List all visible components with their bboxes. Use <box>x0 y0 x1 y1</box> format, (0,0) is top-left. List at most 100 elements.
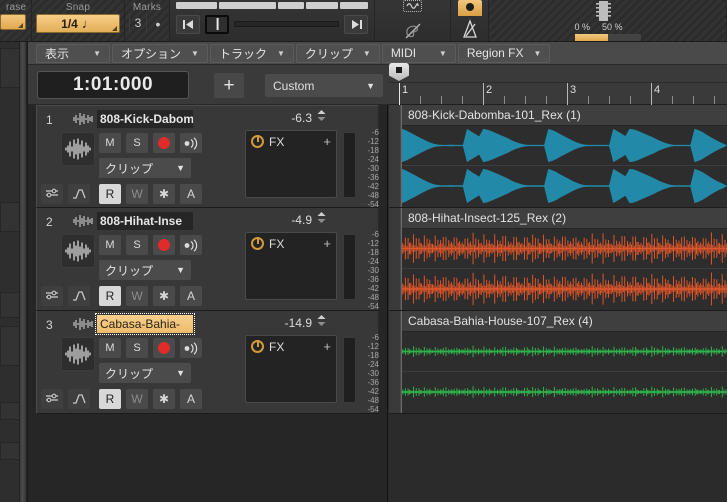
track-settings-icon[interactable] <box>41 286 63 306</box>
automation-read-button[interactable]: R <box>99 286 121 306</box>
fx-add-icon[interactable]: + <box>323 339 331 354</box>
edit-filter-select[interactable]: クリップ ▼ <box>99 363 191 383</box>
track-thumbnail-icon[interactable] <box>61 132 95 166</box>
timeline-ruler[interactable]: 1 2 3 4 <box>389 63 727 105</box>
snap-value-field[interactable]: 1/4 ♩ <box>36 14 120 33</box>
clip-lane[interactable]: Cabasa-Bahia-House-107_Rex (4) dB dB <box>389 311 727 414</box>
automation-write-button[interactable]: W <box>126 286 148 306</box>
track-strip[interactable]: 1 808-Kick-Dabom M S クリップ ▼ R W ✱ A -6.3… <box>36 105 379 209</box>
now-time-display[interactable]: 1:01:000 <box>37 71 189 99</box>
automation-lane-icon[interactable] <box>68 286 90 306</box>
marks-dot-icon[interactable]: • <box>151 16 165 32</box>
mute-button[interactable]: M <box>99 338 121 358</box>
meter-scale-mark: -18 <box>367 351 379 360</box>
track-volume-value[interactable]: -14.9 <box>285 316 312 330</box>
chevron-down-icon: ▼ <box>93 48 101 58</box>
automation-mode-button[interactable]: A <box>180 184 202 204</box>
skip-forward-icon[interactable] <box>344 14 368 34</box>
volume-spinner-icon[interactable] <box>317 212 326 224</box>
beat-tick <box>588 96 589 104</box>
menu-options[interactable]: オプション ▼ <box>112 43 208 63</box>
metronome-toggle-button[interactable] <box>457 0 482 16</box>
fx-add-icon[interactable]: + <box>323 134 331 149</box>
meter-scale-mark: -48 <box>367 293 379 302</box>
record-arm-button[interactable] <box>153 235 175 255</box>
marks-count[interactable]: 3 <box>129 14 147 33</box>
fx-bin[interactable]: FX + <box>245 130 337 198</box>
fx-bin[interactable]: FX + <box>245 335 337 403</box>
clip-lane[interactable]: 808-Hihat-Insect-125_Rex (2) dB dB <box>389 208 727 311</box>
track-name-field[interactable]: Cabasa-Bahia- <box>95 313 195 335</box>
track-name-field[interactable]: 808-Kick-Dabom <box>97 110 193 128</box>
record-arm-button[interactable] <box>153 338 175 358</box>
fx-bin[interactable]: FX + <box>245 232 337 300</box>
automation-write-button[interactable]: W <box>126 184 148 204</box>
volume-spinner-icon[interactable] <box>317 315 326 327</box>
solo-button[interactable]: S <box>126 338 148 358</box>
screenset-select[interactable]: Custom ▼ <box>265 74 383 97</box>
mute-button[interactable]: M <box>99 133 121 153</box>
lane-gutter <box>389 208 401 310</box>
metronome-icon[interactable] <box>458 18 482 40</box>
cpu-usage-label: 0 % <box>574 22 591 32</box>
menu-clip[interactable]: クリップ ▼ <box>295 43 380 63</box>
menu-view[interactable]: 表示 ▼ <box>36 43 110 63</box>
volume-spinner-icon[interactable] <box>317 110 326 122</box>
track-strip[interactable]: 2 808-Hihat-Inse M S クリップ ▼ R W ✱ A -4.9… <box>36 208 379 311</box>
quarter-note-icon: ♩ <box>81 16 95 31</box>
fx-power-icon[interactable] <box>251 135 264 148</box>
edit-filter-select[interactable]: クリップ ▼ <box>99 158 191 178</box>
track-settings-icon[interactable] <box>41 184 63 204</box>
track-settings-icon[interactable] <box>41 389 63 409</box>
input-echo-button[interactable] <box>180 338 202 358</box>
edit-filter-select[interactable]: クリップ ▼ <box>99 260 191 280</box>
track-thumbnail-icon[interactable] <box>61 234 95 268</box>
automation-read-button[interactable]: R <box>99 389 121 409</box>
input-echo-button[interactable] <box>180 235 202 255</box>
solo-button[interactable]: S <box>126 133 148 153</box>
clips-pane[interactable]: 808-Kick-Dabomba-101_Rex (1) dB dB <box>389 105 727 502</box>
erase-tool-button[interactable] <box>0 14 26 30</box>
audio-clip[interactable]: Cabasa-Bahia-House-107_Rex (4) dB dB <box>401 311 727 413</box>
track-volume-value[interactable]: -4.9 <box>291 213 312 227</box>
automation-lane-icon[interactable] <box>68 184 90 204</box>
add-track-button[interactable]: + <box>214 73 244 98</box>
now-time-cursor-button[interactable] <box>205 14 229 34</box>
automation-read-button[interactable]: R <box>99 184 121 204</box>
track-meter-scale: -6 -12 -18 -24 -30 -36 -42 -48 -54 <box>359 333 381 414</box>
automation-snapshot-button[interactable]: ✱ <box>153 286 175 306</box>
clip-lane[interactable]: 808-Kick-Dabomba-101_Rex (1) dB dB <box>389 105 727 208</box>
automation-lane-icon[interactable] <box>68 389 90 409</box>
input-echo-button[interactable] <box>180 133 202 153</box>
automation-mode-button[interactable]: A <box>180 389 202 409</box>
track-strip[interactable]: 3 Cabasa-Bahia- M S クリップ ▼ R W ✱ A -14.9… <box>36 311 379 414</box>
beat-tick <box>546 96 547 104</box>
transport-seek-slider[interactable] <box>234 21 339 27</box>
audio-clip[interactable]: 808-Hihat-Insect-125_Rex (2) dB dB <box>401 208 727 310</box>
mute-button[interactable]: M <box>99 235 121 255</box>
automation-mode-button[interactable]: A <box>180 286 202 306</box>
track-name-field[interactable]: 808-Hihat-Inse <box>97 212 193 230</box>
marker-lane[interactable] <box>389 65 727 83</box>
fx-power-icon[interactable] <box>251 237 264 250</box>
automation-write-button[interactable]: W <box>126 389 148 409</box>
audio-clip[interactable]: 808-Kick-Dabomba-101_Rex (1) dB dB <box>401 105 727 207</box>
record-arm-button[interactable] <box>153 133 175 153</box>
menu-midi[interactable]: MIDI ▼ <box>381 43 456 63</box>
menu-region-fx[interactable]: Region FX ▼ <box>457 43 551 63</box>
bar-number: 2 <box>486 84 493 96</box>
solo-button[interactable]: S <box>126 235 148 255</box>
automation-snapshot-button[interactable]: ✱ <box>153 184 175 204</box>
fx-add-icon[interactable]: + <box>323 236 331 251</box>
waveform-channel: dB <box>402 126 727 166</box>
menu-track[interactable]: トラック ▼ <box>209 43 294 63</box>
skip-back-icon[interactable] <box>176 14 200 34</box>
marks-group-title: Marks <box>132 2 162 13</box>
audio-engine-icon[interactable] <box>403 0 422 12</box>
track-volume-value[interactable]: -6.3 <box>291 111 312 125</box>
chevron-down-icon: ▼ <box>176 368 185 378</box>
panel-splitter[interactable] <box>19 42 27 502</box>
automation-snapshot-button[interactable]: ✱ <box>153 389 175 409</box>
track-thumbnail-icon[interactable] <box>61 337 95 371</box>
fx-power-icon[interactable] <box>251 340 264 353</box>
